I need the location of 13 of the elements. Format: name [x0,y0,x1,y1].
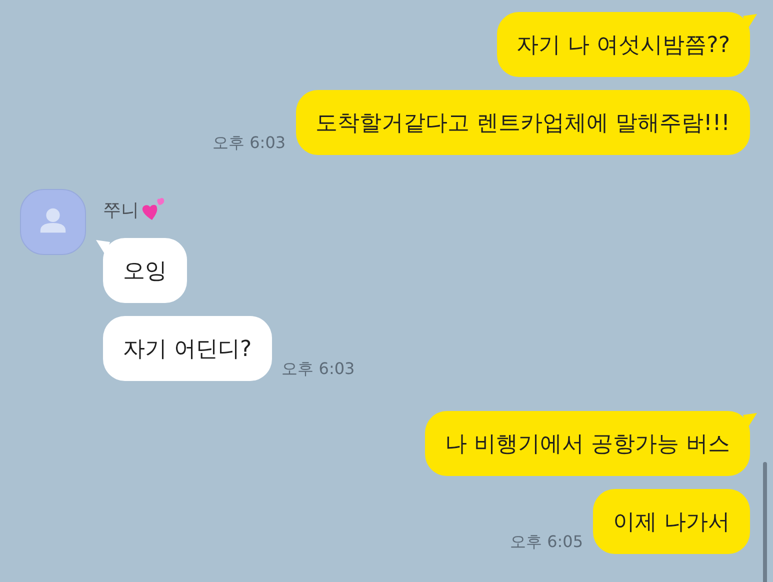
sender-name: 쭈니 [103,199,139,222]
hearts-icon [140,196,166,222]
message-time: 오후 6:03 [282,359,355,380]
message-time: 오후 6:05 [510,532,583,553]
scrollbar[interactable] [763,462,767,582]
message-bubble: 나 비행기에서 공항가능 버스 [425,411,750,476]
message-bubble: 오잉 [103,238,187,303]
message-bubble: 자기 나 여섯시밤쯤?? [496,12,750,77]
message-bubble: 자기 어딘디? [103,316,272,381]
message-time: 오후 6:03 [212,133,286,154]
message-bubble: 이제 나가서 [593,489,750,554]
avatar[interactable] [20,189,86,255]
message-bubble: 도착할거같다고 렌트카업체에 말해주람!!! [296,90,750,155]
